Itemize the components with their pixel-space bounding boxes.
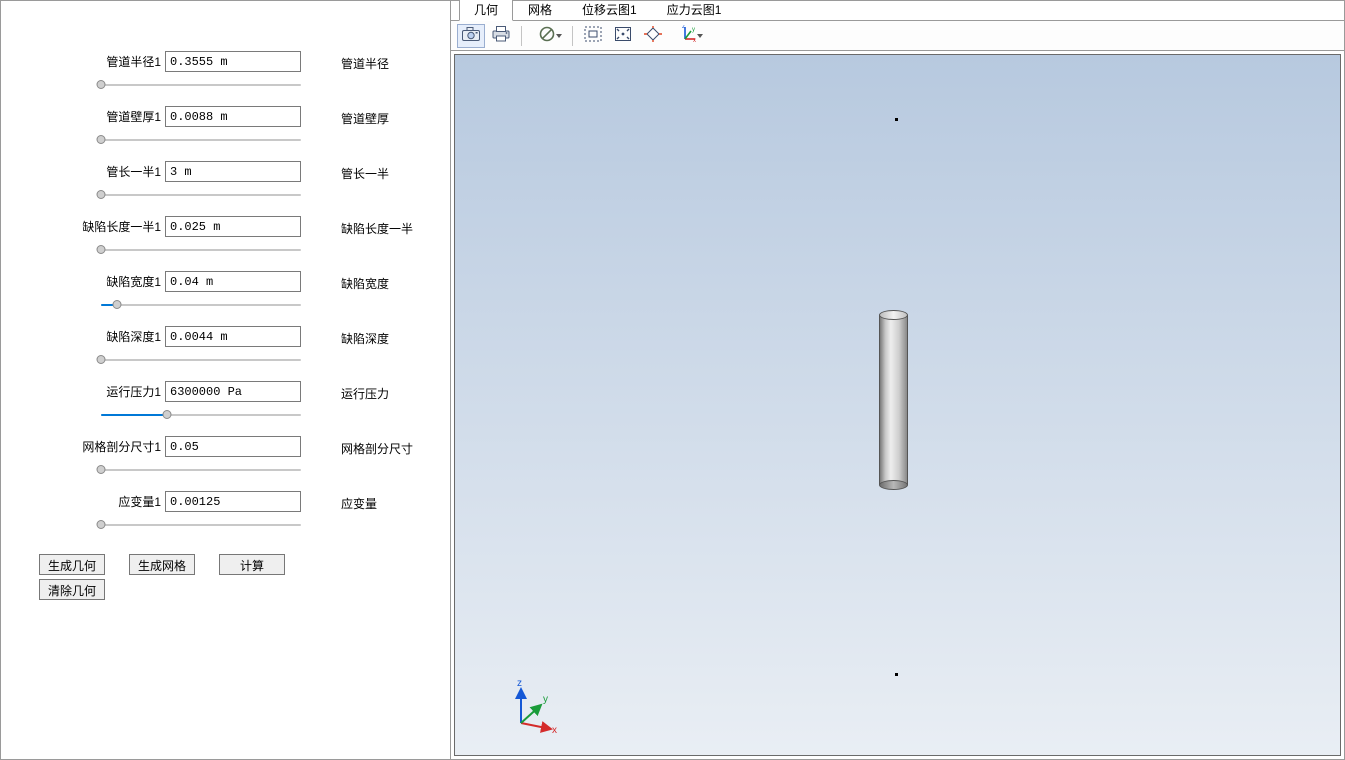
param-label: 缺陷长度一半1 [82, 218, 161, 235]
tab-mesh[interactable]: 网格 [513, 0, 567, 21]
zoom-extents-button[interactable] [609, 24, 637, 48]
param-label: 管道壁厚1 [106, 108, 161, 125]
results-panel: 几何 网格 位移云图1 应力云图1 [451, 1, 1344, 759]
compute-button[interactable]: 计算 [219, 554, 285, 575]
camera-icon [462, 27, 480, 44]
param-row: 应变量1 应变量 [39, 491, 432, 532]
no-entry-icon [539, 26, 555, 45]
mesh-size-slider[interactable] [101, 463, 301, 477]
marker-dot [895, 118, 898, 121]
defect-width-input[interactable] [165, 271, 301, 292]
tab-bar: 几何 网格 位移云图1 应力云图1 [451, 1, 1344, 21]
tab-geometry[interactable]: 几何 [459, 0, 513, 21]
operating-pressure-input[interactable] [165, 381, 301, 402]
operating-pressure-slider[interactable] [101, 408, 301, 422]
param-right-label: 运行压力 [341, 381, 389, 402]
separator [572, 26, 573, 46]
svg-text:y: y [692, 27, 695, 33]
viewport-toolbar: z y x [451, 21, 1344, 51]
param-right-label: 缺陷长度一半 [341, 216, 413, 237]
defect-depth-input[interactable] [165, 326, 301, 347]
param-right-label: 缺陷宽度 [341, 271, 389, 292]
pipe-thickness-slider[interactable] [101, 133, 301, 147]
axis-triad-icon: z y x [679, 25, 697, 46]
param-right-label: 应变量 [341, 491, 377, 512]
param-row: 管长一半1 管长一半 [39, 161, 432, 202]
separator [521, 26, 522, 46]
param-label: 应变量1 [118, 493, 161, 510]
pipe-radius-input[interactable] [165, 51, 301, 72]
param-row: 缺陷长度一半1 缺陷长度一半 [39, 216, 432, 257]
param-right-label: 管道半径 [341, 51, 389, 72]
parameter-panel: 管道半径1 管道半径 管道壁厚1 [1, 1, 451, 759]
pipe-half-length-slider[interactable] [101, 188, 301, 202]
clear-geometry-button[interactable]: 清除几何 [39, 579, 105, 600]
param-label: 管道半径1 [106, 53, 161, 70]
selection-filter-button[interactable] [528, 24, 566, 48]
param-right-label: 缺陷深度 [341, 326, 389, 347]
axis-label-x: x [552, 725, 557, 735]
reset-view-icon [644, 26, 662, 45]
reset-view-button[interactable] [639, 24, 667, 48]
printer-icon [492, 26, 510, 45]
tab-displacement[interactable]: 位移云图1 [567, 0, 652, 21]
dropdown-arrow-icon [556, 34, 562, 38]
marker-dot [895, 673, 898, 676]
param-label: 运行压力1 [106, 383, 161, 400]
param-row: 缺陷深度1 缺陷深度 [39, 326, 432, 367]
param-row: 网格剖分尺寸1 网格剖分尺寸 [39, 436, 432, 477]
pipe-thickness-input[interactable] [165, 106, 301, 127]
main-window: 管道半径1 管道半径 管道壁厚1 [0, 0, 1345, 760]
zoom-box-button[interactable] [579, 24, 607, 48]
svg-text:x: x [693, 38, 696, 43]
axis-orientation-button[interactable]: z y x [669, 24, 707, 48]
geometry-viewport[interactable]: z y x [454, 54, 1341, 756]
print-button[interactable] [487, 24, 515, 48]
param-label: 缺陷深度1 [106, 328, 161, 345]
param-right-label: 管长一半 [341, 161, 389, 182]
param-label: 网格剖分尺寸1 [82, 438, 161, 455]
pipe-radius-slider[interactable] [101, 78, 301, 92]
axis-triad: z y x [507, 675, 567, 735]
param-row: 缺陷宽度1 缺陷宽度 [39, 271, 432, 312]
generate-geometry-button[interactable]: 生成几何 [39, 554, 105, 575]
zoom-box-icon [584, 26, 602, 45]
param-right-label: 管道壁厚 [341, 106, 389, 127]
defect-half-length-slider[interactable] [101, 243, 301, 257]
defect-width-slider[interactable] [101, 298, 301, 312]
axis-label-y: y [543, 694, 548, 705]
param-label: 管长一半1 [106, 163, 161, 180]
axis-label-z: z [517, 678, 522, 689]
snapshot-button[interactable] [457, 24, 485, 48]
param-label: 缺陷宽度1 [106, 273, 161, 290]
zoom-extents-icon [614, 26, 632, 45]
pipe-geometry [879, 310, 908, 490]
defect-half-length-input[interactable] [165, 216, 301, 237]
tab-stress[interactable]: 应力云图1 [652, 0, 737, 21]
viewport-container: z y x [451, 51, 1344, 759]
svg-text:z: z [682, 25, 685, 30]
pipe-half-length-input[interactable] [165, 161, 301, 182]
generate-mesh-button[interactable]: 生成网格 [129, 554, 195, 575]
strain-input[interactable] [165, 491, 301, 512]
param-row: 运行压力1 运行压力 [39, 381, 432, 422]
defect-depth-slider[interactable] [101, 353, 301, 367]
param-right-label: 网格剖分尺寸 [341, 436, 413, 457]
mesh-size-input[interactable] [165, 436, 301, 457]
strain-slider[interactable] [101, 518, 301, 532]
dropdown-arrow-icon [697, 34, 703, 38]
param-row: 管道壁厚1 管道壁厚 [39, 106, 432, 147]
param-row: 管道半径1 管道半径 [39, 51, 432, 92]
